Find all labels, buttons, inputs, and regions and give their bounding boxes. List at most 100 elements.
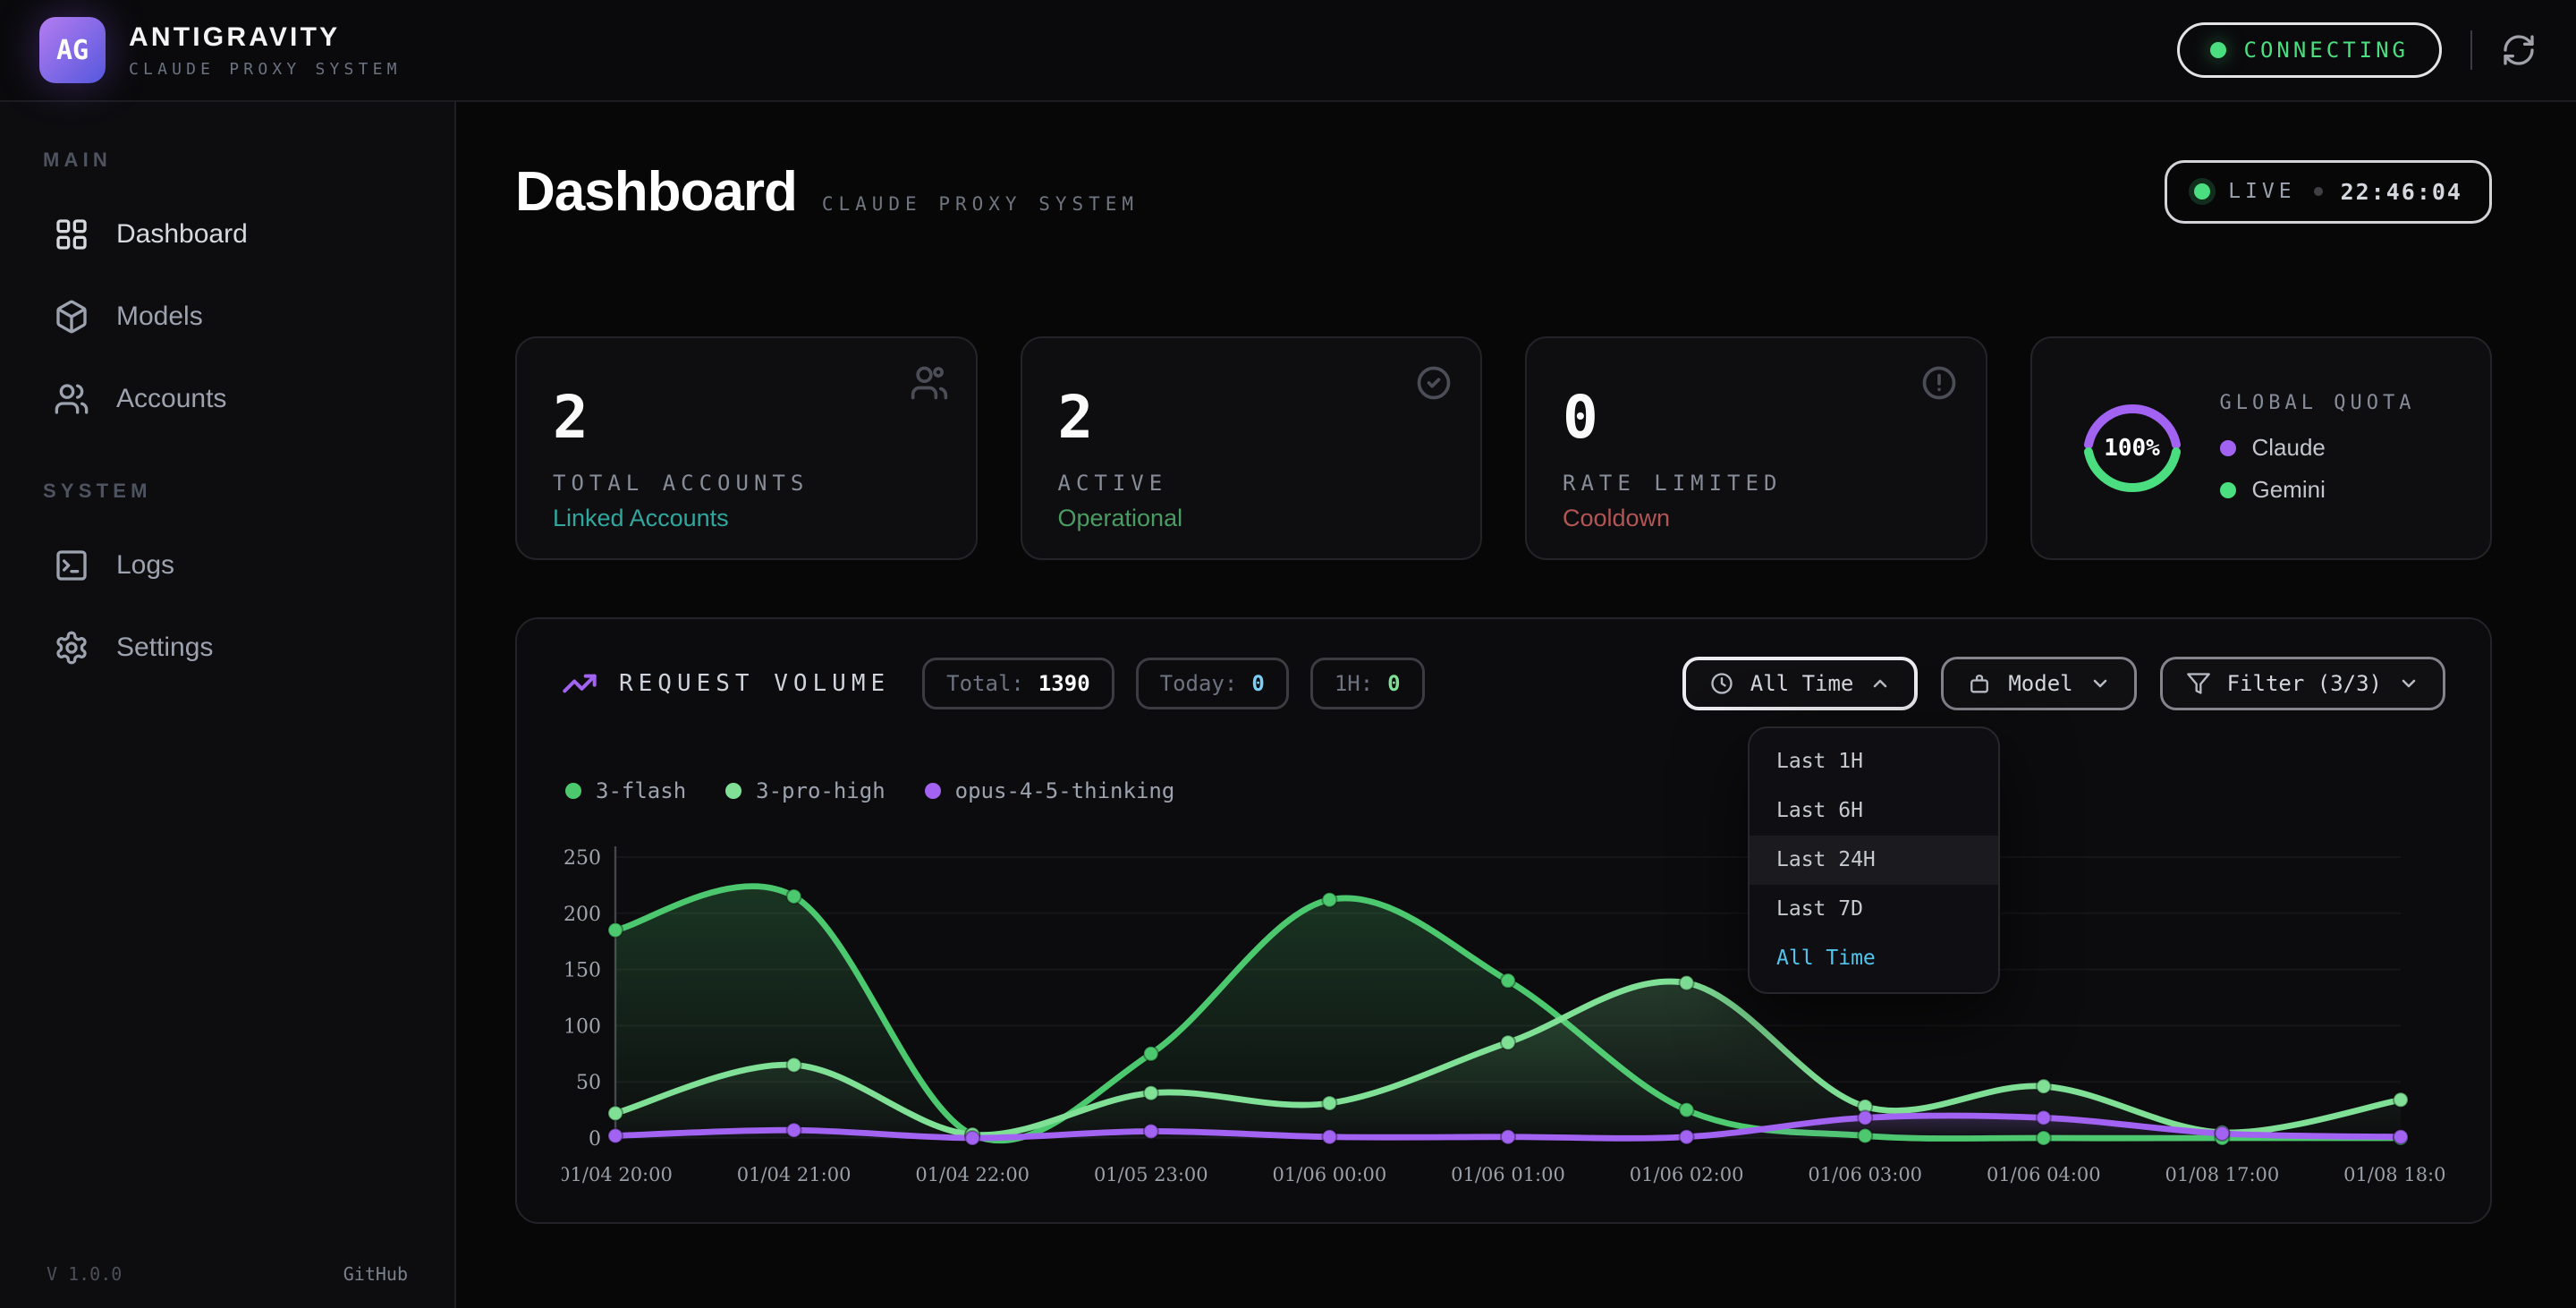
stat-cards-row: 2 TOTAL ACCOUNTS Linked Accounts 2 ACTIV… [515, 336, 2492, 560]
top-bar: AG ANTIGRAVITY CLAUDE PROXY SYSTEM CONNE… [0, 0, 2576, 102]
svg-text:01/06 04:00: 01/06 04:00 [1987, 1164, 2101, 1185]
model-icon [1967, 671, 1992, 696]
stat-label: RATE LIMITED [1563, 471, 1950, 496]
app-version: V 1.0.0 [47, 1263, 122, 1285]
sidebar-section-main: MAIN [32, 149, 422, 172]
live-label: LIVE [2228, 180, 2295, 203]
time-range-dropdown-button[interactable]: All Time [1682, 657, 1919, 710]
live-dot-icon [2194, 183, 2210, 200]
terminal-icon [54, 548, 89, 583]
svg-text:01/04 20:00: 01/04 20:00 [562, 1164, 673, 1185]
refresh-button[interactable] [2501, 32, 2537, 68]
users-icon [910, 363, 949, 403]
legend-item-3-pro-high: 3-pro-high [725, 778, 886, 803]
stat-value: 2 [553, 388, 940, 447]
sidebar-item-label: Accounts [116, 384, 226, 414]
page-subtitle: CLAUDE PROXY SYSTEM [822, 193, 1139, 215]
check-circle-icon [1414, 363, 1453, 403]
svg-text:0: 0 [589, 1128, 601, 1151]
badge-value: 1390 [1038, 671, 1090, 696]
sidebar-item-dashboard[interactable]: Dashboard [32, 193, 422, 276]
quota-ring: 100% [2077, 393, 2188, 504]
badge-label: Total: [946, 671, 1024, 696]
series-dot-icon [925, 783, 941, 799]
brand: AG ANTIGRAVITY CLAUDE PROXY SYSTEM [39, 17, 402, 83]
sidebar-item-label: Models [116, 302, 203, 332]
gemini-dot-icon [2220, 482, 2236, 498]
connection-status-label: CONNECTING [2244, 38, 2410, 63]
app-root: AG ANTIGRAVITY CLAUDE PROXY SYSTEM CONNE… [0, 0, 2576, 1308]
hour-badge: 1H: 0 [1310, 658, 1425, 709]
github-link[interactable]: GitHub [343, 1263, 408, 1285]
sidebar-item-accounts[interactable]: Accounts [32, 358, 422, 440]
legend-item-3-flash: 3-flash [565, 778, 686, 803]
page-title: Dashboard [515, 165, 797, 220]
menu-item-last-6h[interactable]: Last 6H [1750, 786, 1998, 836]
badge-value: 0 [1387, 671, 1400, 696]
svg-text:200: 200 [564, 903, 601, 925]
total-badge: Total: 1390 [922, 658, 1114, 709]
svg-text:01/06 00:00: 01/06 00:00 [1273, 1164, 1387, 1185]
chevron-down-icon [2089, 673, 2111, 694]
stat-sublabel: Operational [1058, 505, 1445, 532]
sidebar-item-settings[interactable]: Settings [32, 607, 422, 689]
chart-legend: 3-flash 3-pro-high opus-4-5-thinking [565, 778, 1174, 803]
request-volume-chart: 0 50 100 150 200 250 01/04 20:00 01/04 21:00 01/… [562, 820, 2447, 1204]
menu-item-all-time[interactable]: All Time [1750, 934, 1998, 983]
dot-separator-icon [2314, 187, 2323, 196]
stat-sublabel: Linked Accounts [553, 505, 940, 532]
sidebar: MAIN Dashboard Models Accounts SYSTEM Lo… [0, 102, 456, 1308]
menu-item-last-24h[interactable]: Last 24H [1750, 836, 1998, 885]
svg-text:01/04 21:00: 01/04 21:00 [737, 1164, 852, 1185]
stat-label: TOTAL ACCOUNTS [553, 471, 940, 496]
svg-text:01/08 18:00: 01/08 18:00 [2343, 1164, 2447, 1185]
clock-icon [1709, 671, 1734, 696]
filter-dropdown-button[interactable]: Filter (3/3) [2160, 657, 2445, 710]
today-badge: Today: 0 [1136, 658, 1289, 709]
grid-icon [54, 217, 89, 252]
topbar-divider [2470, 30, 2472, 70]
stat-value: 2 [1058, 388, 1445, 447]
menu-item-last-7d[interactable]: Last 7D [1750, 885, 1998, 934]
alert-circle-icon [1919, 363, 1959, 403]
time-range-label: All Time [1750, 671, 1854, 696]
quota-legend-label: Gemini [2252, 476, 2326, 504]
svg-text:01/05 23:00: 01/05 23:00 [1094, 1164, 1208, 1185]
chevron-up-icon [1869, 673, 1891, 694]
svg-text:150: 150 [564, 959, 601, 981]
model-label: Model [2008, 671, 2072, 696]
sidebar-item-models[interactable]: Models [32, 276, 422, 358]
badge-label: Today: [1160, 671, 1238, 696]
connection-status-badge: CONNECTING [2177, 22, 2443, 78]
sidebar-item-label: Settings [116, 633, 213, 663]
stat-card-rate-limited: 0 RATE LIMITED Cooldown [1525, 336, 1987, 560]
panel-title: REQUEST VOLUME [619, 670, 890, 697]
stat-label: ACTIVE [1058, 471, 1445, 496]
svg-text:01/04 22:00: 01/04 22:00 [915, 1164, 1030, 1185]
svg-text:100: 100 [564, 1015, 601, 1038]
sidebar-item-label: Dashboard [116, 219, 248, 250]
menu-item-last-1h[interactable]: Last 1H [1750, 737, 1998, 786]
sidebar-item-label: Logs [116, 550, 174, 581]
request-volume-panel: REQUEST VOLUME Total: 1390 Today: 0 1H: … [515, 617, 2492, 1224]
stat-sublabel: Cooldown [1563, 505, 1950, 532]
claude-dot-icon [2220, 440, 2236, 456]
global-quota-card: 100% GLOBAL QUOTA Claude Gemini [2030, 336, 2493, 560]
svg-text:250: 250 [564, 847, 601, 870]
model-dropdown-button[interactable]: Model [1941, 657, 2136, 710]
legend-label: opus-4-5-thinking [955, 778, 1175, 803]
funnel-icon [2186, 671, 2211, 696]
quota-legend-claude: Claude [2220, 434, 2416, 462]
quota-legend-gemini: Gemini [2220, 476, 2416, 504]
status-dot-icon [2210, 42, 2226, 58]
cube-icon [54, 299, 89, 335]
app-title: ANTIGRAVITY [129, 22, 402, 53]
sidebar-section-system: SYSTEM [32, 480, 422, 503]
svg-text:01/08 17:00: 01/08 17:00 [2165, 1164, 2280, 1185]
sidebar-item-logs[interactable]: Logs [32, 524, 422, 607]
svg-text:50: 50 [576, 1072, 601, 1094]
app-subtitle: CLAUDE PROXY SYSTEM [129, 60, 402, 79]
svg-text:01/06 01:00: 01/06 01:00 [1451, 1164, 1565, 1185]
stat-value: 0 [1563, 388, 1950, 447]
badge-label: 1H: [1335, 671, 1373, 696]
